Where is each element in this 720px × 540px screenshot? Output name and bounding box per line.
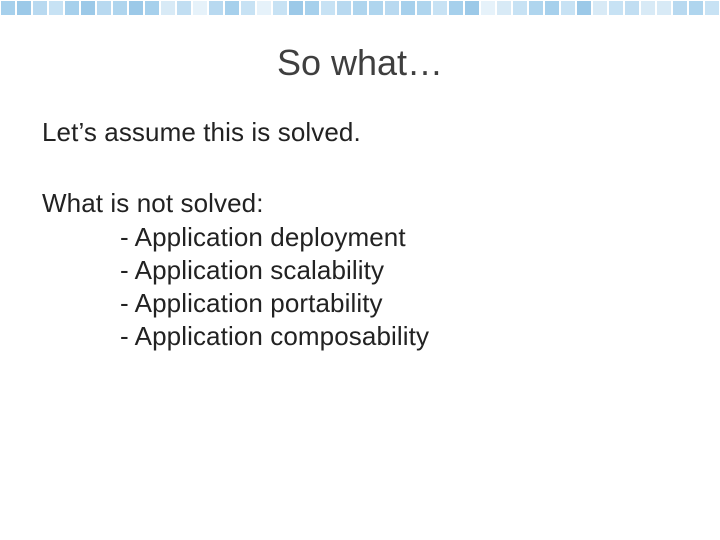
decor-square	[496, 0, 512, 16]
list-item: - Application deployment	[42, 221, 678, 254]
decor-square	[144, 0, 160, 16]
decor-square	[208, 0, 224, 16]
list-item: - Application scalability	[42, 254, 678, 287]
decor-square	[400, 0, 416, 16]
slide: So what… Let’s assume this is solved. Wh…	[0, 0, 720, 540]
decor-square	[240, 0, 256, 16]
solved-line: Let’s assume this is solved.	[42, 116, 678, 149]
decor-square	[592, 0, 608, 16]
decor-square	[656, 0, 672, 16]
list-item: - Application portability	[42, 287, 678, 320]
decor-square	[640, 0, 656, 16]
decor-square	[432, 0, 448, 16]
decor-square	[352, 0, 368, 16]
decor-square	[688, 0, 704, 16]
decor-square	[128, 0, 144, 16]
decor-square	[416, 0, 432, 16]
decor-square	[464, 0, 480, 16]
decor-square	[512, 0, 528, 16]
decor-square	[80, 0, 96, 16]
decor-square	[32, 0, 48, 16]
decor-square	[672, 0, 688, 16]
decor-square	[480, 0, 496, 16]
decor-square	[16, 0, 32, 16]
decor-square	[0, 0, 16, 16]
list-item: - Application composability	[42, 320, 678, 353]
slide-body: Let’s assume this is solved. What is not…	[42, 116, 678, 354]
decor-square	[176, 0, 192, 16]
decor-square	[224, 0, 240, 16]
decor-square	[160, 0, 176, 16]
decor-square	[576, 0, 592, 16]
slide-title: So what…	[0, 42, 720, 84]
decor-square	[384, 0, 400, 16]
decor-square	[608, 0, 624, 16]
decor-square	[304, 0, 320, 16]
decor-square	[48, 0, 64, 16]
decor-square	[256, 0, 272, 16]
decor-square	[368, 0, 384, 16]
decor-square	[336, 0, 352, 16]
decor-square	[320, 0, 336, 16]
decor-square	[448, 0, 464, 16]
decor-square	[560, 0, 576, 16]
decor-square	[528, 0, 544, 16]
decor-square	[624, 0, 640, 16]
decor-square	[272, 0, 288, 16]
decor-square	[704, 0, 720, 16]
decor-square	[96, 0, 112, 16]
decor-square	[64, 0, 80, 16]
decor-square	[288, 0, 304, 16]
decor-square	[544, 0, 560, 16]
decor-square	[192, 0, 208, 16]
not-solved-heading: What is not solved:	[42, 187, 678, 220]
decor-square	[112, 0, 128, 16]
decor-top-bar	[0, 0, 720, 16]
